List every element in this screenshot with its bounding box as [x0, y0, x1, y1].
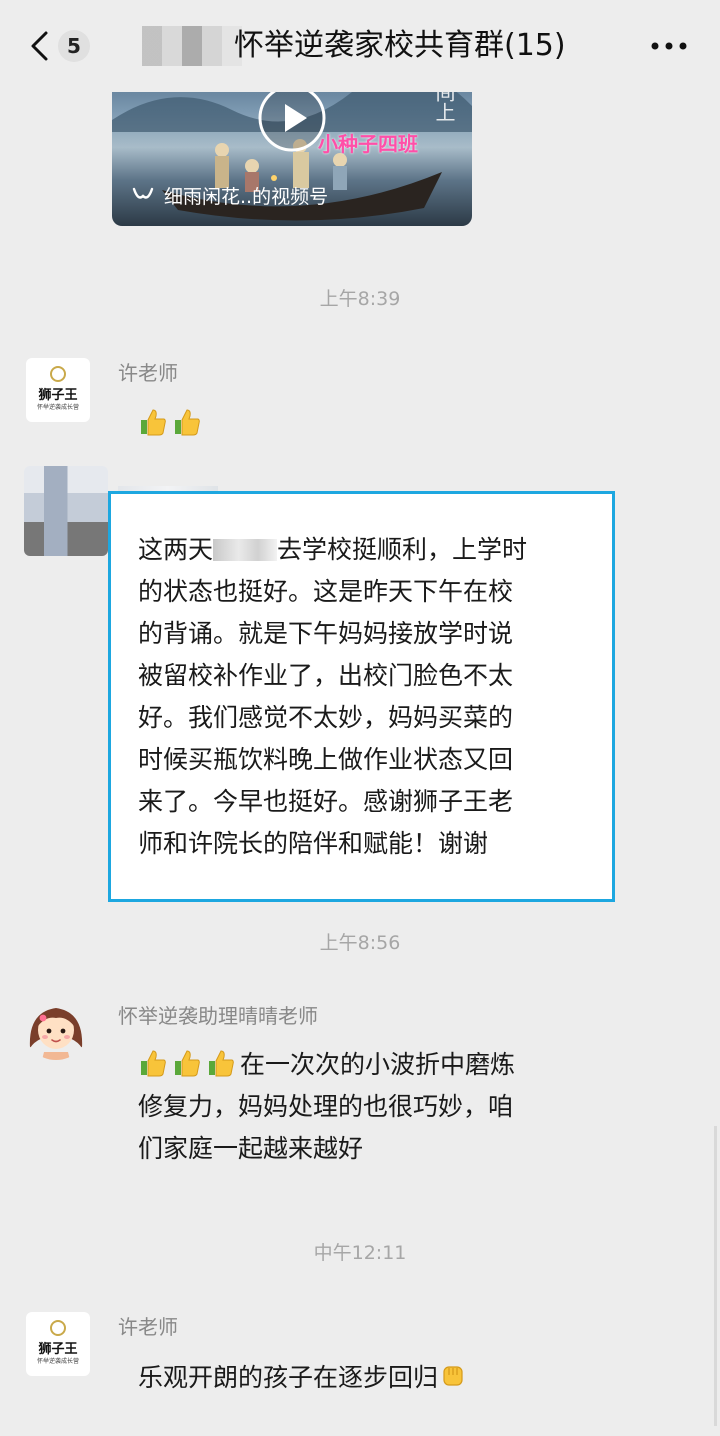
blurred-title-fragment	[142, 26, 242, 66]
message-line: 修复力，妈妈处理的也很巧妙，咱	[138, 1092, 514, 1121]
avatar-logo-subtext: 怀举逆袭成长营	[36, 404, 79, 411]
message-line: 这两天 去学校挺顺利，上学时	[138, 530, 527, 566]
thumbs-up-icon	[141, 1050, 166, 1077]
message-line: 在一次次的小波折中磨炼	[138, 1045, 515, 1085]
avatar-logo-subtext: 怀举逆袭成长营	[36, 1358, 79, 1365]
message-line[interactable]: 乐观开朗的孩子在逐步回归	[138, 1358, 472, 1398]
message-timestamp: 上午8:39	[319, 288, 401, 310]
sender-name: 许老师	[118, 361, 178, 385]
message-body[interactable]	[138, 404, 206, 444]
sender-name: 许老师	[118, 1315, 178, 1339]
unread-count-badge[interactable]: 5	[58, 30, 90, 62]
message-line-end: 去学校挺顺利，上学时	[277, 535, 528, 564]
chat-header: 5 怀举逆袭家校共育群(15)	[0, 0, 720, 92]
lion-logo-icon	[50, 1320, 66, 1336]
message-line: 师和许院长的陪伴和赋能！谢谢	[138, 829, 489, 858]
message-line: 来了。今早也挺好。感谢狮子王老	[138, 787, 514, 816]
message-timestamp: 上午8:56	[319, 932, 401, 954]
scrollbar[interactable]	[714, 1126, 717, 1426]
avatar[interactable]: 狮子王 怀举逆袭成长营	[26, 1312, 90, 1376]
message-timestamp: 中午12:11	[313, 1242, 407, 1264]
message-line: 的状态也挺好。这是昨天下午在校	[138, 577, 514, 606]
chat-title: 怀举逆袭家校共育群(15)	[234, 28, 566, 63]
video-source-label: 细雨闲花..的视频号	[164, 186, 329, 208]
message-text: 在一次次的小波折中磨炼	[240, 1050, 516, 1079]
thumbs-up-icon	[175, 409, 200, 436]
message-line: 时候买瓶饮料晚上做作业状态又回	[138, 745, 514, 774]
lion-logo-icon	[50, 366, 66, 382]
thumbs-up-icon	[141, 409, 166, 436]
message-text: 乐观开朗的孩子在逐步回归	[138, 1363, 439, 1392]
sender-name: 怀举逆袭助理晴晴老师	[118, 1004, 318, 1028]
avatar[interactable]: 狮子王 怀举逆袭成长营	[26, 358, 90, 422]
thumbs-up-icon	[175, 1050, 200, 1077]
back-arrow-icon[interactable]	[28, 30, 52, 62]
video-overlay-caption: 小种子四班	[318, 132, 418, 156]
avatar-logo-text: 狮子王	[38, 388, 78, 403]
girl-avatar-icon[interactable]	[24, 996, 88, 1060]
message-line: 的背诵。就是下午妈妈接放学时说	[138, 619, 514, 648]
message-line: 们家庭一起越来越好	[138, 1134, 364, 1163]
chat-page: 5 怀举逆袭家校共育群(15) 间上 小种子四班 细雨闲花..的视频号 上午8:…	[0, 0, 720, 1436]
blurred-avatar[interactable]	[24, 466, 108, 556]
more-options-icon[interactable]	[648, 36, 690, 56]
blurred-child-name	[213, 539, 278, 561]
channels-logo-icon	[132, 187, 154, 199]
message-line: 被留校补作业了，出校门脸色不太	[138, 661, 514, 690]
raised-fist-icon	[443, 1366, 463, 1386]
message-line-start: 这两天	[138, 535, 214, 564]
message-line: 好。我们感觉不太妙，妈妈买菜的	[138, 703, 514, 732]
thumbs-up-icon	[209, 1050, 234, 1077]
avatar-logo-text: 狮子王	[38, 1342, 78, 1357]
